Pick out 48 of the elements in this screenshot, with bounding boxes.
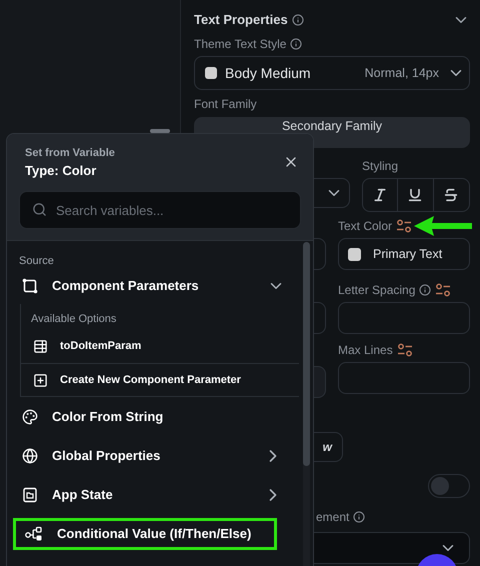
popup-title: Type: Color <box>24 162 98 180</box>
plus-icon <box>33 372 48 388</box>
drag-handle[interactable] <box>150 129 170 133</box>
field-label: Letter Spacing <box>338 282 416 299</box>
branch-icon <box>25 526 43 542</box>
section-title: Text Properties <box>194 11 288 30</box>
source-item[interactable]: Component Parameters <box>7 268 299 304</box>
field-label: Font Family <box>194 96 257 113</box>
list-icon <box>33 339 48 354</box>
field-label: Theme Text Style <box>194 36 286 53</box>
input-field[interactable] <box>338 362 470 394</box>
field-label: Styling <box>362 158 398 175</box>
section-label: Source <box>18 254 55 268</box>
create-parameter-item[interactable]: Create New Component Parameter <box>21 364 299 396</box>
info-icon[interactable] <box>419 284 432 296</box>
variable-icon[interactable] <box>396 219 412 233</box>
variable-icon[interactable] <box>435 283 452 297</box>
italic-icon <box>372 187 388 203</box>
source-item[interactable]: Color From String <box>7 397 299 436</box>
field-label: Text Color <box>338 218 392 235</box>
info-icon[interactable] <box>353 511 366 523</box>
info-icon[interactable] <box>290 38 302 50</box>
source-item[interactable]: Global Properties <box>7 436 299 475</box>
swatch <box>348 248 361 260</box>
scrollbar-thumb[interactable] <box>303 242 310 466</box>
variable-icon[interactable] <box>396 343 413 357</box>
input-field[interactable] <box>338 302 470 334</box>
parameter-item[interactable]: toDoItemParam <box>21 330 299 364</box>
field-label: ement <box>316 509 350 526</box>
source-item[interactable]: Conditional Value (If/Then/Else) <box>13 518 277 550</box>
source-item[interactable]: App State <box>7 475 299 514</box>
field-label: Max Lines <box>338 342 393 359</box>
swatch <box>205 67 217 79</box>
globe-icon <box>22 448 38 464</box>
search-icon <box>32 202 47 217</box>
palette-icon <box>22 408 38 424</box>
popup-subtitle: Set from Variable <box>24 146 116 160</box>
color-field[interactable]: Primary Text <box>338 238 470 270</box>
info-icon[interactable] <box>292 14 304 26</box>
text-style-select[interactable]: Body Medium Normal, 14px <box>194 56 470 90</box>
search-field[interactable]: Search variables... <box>19 191 301 229</box>
folder-icon <box>22 486 38 502</box>
underline-icon <box>407 187 424 203</box>
annotation-arrow <box>414 215 474 237</box>
options-heading: Available Options <box>31 312 116 327</box>
toggle-switch[interactable] <box>428 474 470 498</box>
component-icon <box>22 278 38 294</box>
strikethrough-icon <box>443 187 460 203</box>
